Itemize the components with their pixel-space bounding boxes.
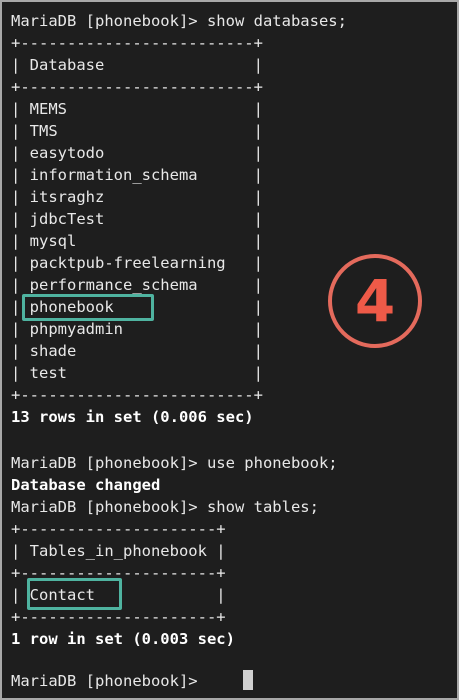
table-border-bottom: +-------------------------+	[11, 386, 263, 404]
rows-summary: 13 rows in set (0.006 sec)	[11, 408, 254, 426]
table-row: | shade |	[11, 342, 263, 360]
step-number-badge: 4	[328, 254, 422, 348]
text-cursor	[243, 670, 253, 690]
prompt-show-databases: MariaDB [phonebook]> show databases;	[11, 12, 347, 30]
table-row: | packtpub-freelearning |	[11, 254, 263, 272]
tables-border-top: +---------------------+	[11, 520, 226, 538]
tables-header: | Tables_in_phonebook |	[11, 542, 226, 560]
table-row: | TMS |	[11, 122, 263, 140]
table-row: | jdbcTest |	[11, 210, 263, 228]
table-header-database: | Database |	[11, 56, 263, 74]
contact-highlight-box	[27, 578, 122, 610]
step-number: 4	[354, 267, 396, 335]
table-row: | information_schema |	[11, 166, 263, 184]
table-row: | MEMS |	[11, 100, 263, 118]
table-row: | easytodo |	[11, 144, 263, 162]
phonebook-highlight-box	[22, 294, 154, 321]
final-prompt: MariaDB [phonebook]>	[11, 672, 207, 690]
table-row: | performance_schema |	[11, 276, 263, 294]
table-row: | test |	[11, 364, 263, 382]
table-border-top: +-------------------------+	[11, 34, 263, 52]
prompt-use-phonebook: MariaDB [phonebook]> use phonebook;	[11, 454, 338, 472]
tables-summary: 1 row in set (0.003 sec)	[11, 630, 235, 648]
database-changed-message: Database changed	[11, 476, 161, 494]
prompt-show-tables: MariaDB [phonebook]> show tables;	[11, 498, 319, 516]
terminal-window[interactable]: MariaDB [phonebook]> show databases; +--…	[0, 0, 459, 700]
table-border-mid: +-------------------------+	[11, 78, 263, 96]
table-row: | phpmyadmin |	[11, 320, 263, 338]
table-row: | mysql |	[11, 232, 263, 250]
table-row: | itsraghz |	[11, 188, 263, 206]
